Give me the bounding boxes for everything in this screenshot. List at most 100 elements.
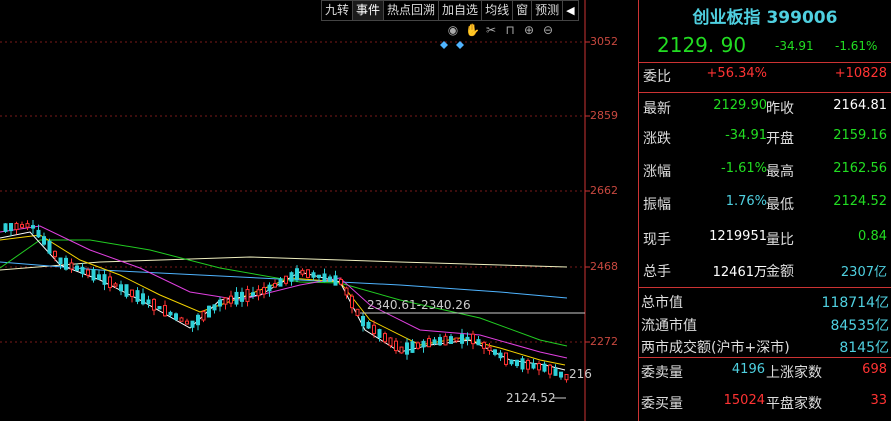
candle-body (542, 363, 547, 372)
quote-value: 2129.90 (713, 98, 767, 113)
candle-body (212, 304, 217, 311)
market-stat-value: 118714亿 (821, 295, 889, 311)
candle-body (493, 349, 497, 355)
quote-label: 振幅 (643, 197, 671, 213)
quote-value: 1219951 (709, 229, 767, 244)
market-stat-row: 总市值 118714亿 (639, 292, 891, 314)
ma120-line (0, 256, 568, 271)
candle-body (295, 268, 299, 281)
candle-body (482, 342, 486, 349)
order-value: 15024 (723, 393, 765, 408)
candle-body (317, 274, 321, 279)
market-stat-label: 总市值 (641, 295, 683, 311)
candle-body (262, 287, 266, 295)
quote-value: 2162.56 (833, 161, 887, 176)
candle-body (394, 340, 398, 352)
candle-body (64, 257, 68, 270)
quote-label: 最低 (766, 197, 794, 213)
quote-value: 2159.16 (833, 128, 887, 143)
quote-row: 现手 1219951 量比 0.84 (639, 229, 891, 251)
price-change: -34.91 (775, 39, 814, 53)
candle-body (383, 333, 387, 343)
candle-body (273, 282, 277, 288)
candle-body (174, 313, 178, 320)
candle-body (251, 292, 255, 297)
quote-value: 2164.81 (833, 98, 887, 113)
zoom-out-icon[interactable]: ⊖ (541, 23, 555, 37)
candle-body (152, 298, 156, 311)
candle-body (531, 363, 536, 369)
candle-body (438, 337, 442, 346)
candle-body (31, 225, 35, 229)
candle-body (80, 266, 85, 274)
quote-panel: 创业板指 399006 2129. 90 -34.91 -1.61% 委比 +5… (639, 0, 891, 421)
quote-label: 昨收 (766, 101, 794, 117)
quote-label: 最新 (643, 101, 671, 117)
candle-body (520, 358, 525, 370)
quote-label: 金额 (766, 264, 794, 280)
hand-icon[interactable]: ✋ (465, 23, 480, 37)
order-label: 委卖量 (641, 365, 683, 381)
quote-value: 2124.52 (833, 194, 887, 209)
quote-value: -1.61% (721, 161, 767, 176)
quote-label: 量比 (766, 232, 794, 248)
candle-body (399, 346, 404, 354)
candle-body (53, 250, 57, 258)
candle-body (460, 334, 464, 344)
quote-label: 最高 (766, 164, 794, 180)
order-label: 上涨家数 (766, 365, 822, 381)
candle-body (498, 352, 503, 359)
candle-body (284, 275, 288, 284)
candle-body (256, 289, 261, 297)
candle-body (377, 329, 382, 338)
candle-body (102, 274, 107, 285)
eye-icon[interactable]: ◉ (446, 23, 460, 37)
quote-value: 2307亿 (840, 265, 887, 280)
kline-chart[interactable]: 2340.61-2340.26 2124.52 216 (0, 0, 638, 421)
scissors-icon[interactable]: ✂ (484, 23, 498, 37)
y-axis-label: 3052 (590, 35, 618, 48)
candle-body (311, 272, 316, 278)
candle-body (130, 289, 134, 297)
candle-body (355, 308, 360, 316)
candle-body (289, 272, 294, 282)
candle-body (240, 291, 244, 302)
quote-value: 0.84 (858, 229, 887, 244)
separator (639, 357, 891, 358)
diamond-marker (456, 41, 464, 49)
order-row: 委买量 15024 平盘家数 33 (639, 393, 891, 415)
quote-label: 总手 (643, 264, 671, 280)
quote-value: -34.91 (725, 128, 767, 143)
candle-body (108, 276, 112, 289)
candle-body (86, 269, 90, 276)
candle-body (537, 363, 541, 371)
candle-body (113, 283, 118, 287)
range-annotation: 2340.61-2340.26 (367, 298, 471, 312)
candle-body (42, 236, 46, 245)
candle-body (432, 339, 437, 344)
ma30-line (0, 239, 568, 347)
separator (639, 92, 891, 93)
candle-body (124, 284, 129, 297)
candle-body (185, 320, 189, 325)
lock-icon[interactable]: ⊓ (503, 23, 517, 37)
candle-body (564, 373, 569, 381)
quote-row: 总手 12461万 金额 2307亿 (639, 261, 891, 283)
candle-body (36, 229, 41, 238)
market-stat-label: 两市成交额(沪市+深市) (641, 340, 790, 356)
candle-body (344, 287, 349, 296)
zoom-in-icon[interactable]: ⊕ (522, 23, 536, 37)
candle-body (9, 223, 13, 232)
candle-body (201, 311, 206, 321)
low-marker-label: 2124.52 (506, 391, 556, 405)
chart-tools: ◉ ✋ ✂ ⊓ ⊕ ⊖ (446, 23, 555, 37)
candle-body (218, 299, 222, 307)
candle-body (515, 359, 519, 367)
separator (639, 287, 891, 288)
candle-body (410, 341, 415, 353)
y-axis-label: 2272 (590, 335, 618, 348)
quote-row: 振幅 1.76% 最低 2124.52 (639, 194, 891, 216)
y-axis-label: 2468 (590, 260, 618, 273)
candle-body (388, 337, 393, 347)
market-stat-value: 84535亿 (830, 318, 889, 334)
